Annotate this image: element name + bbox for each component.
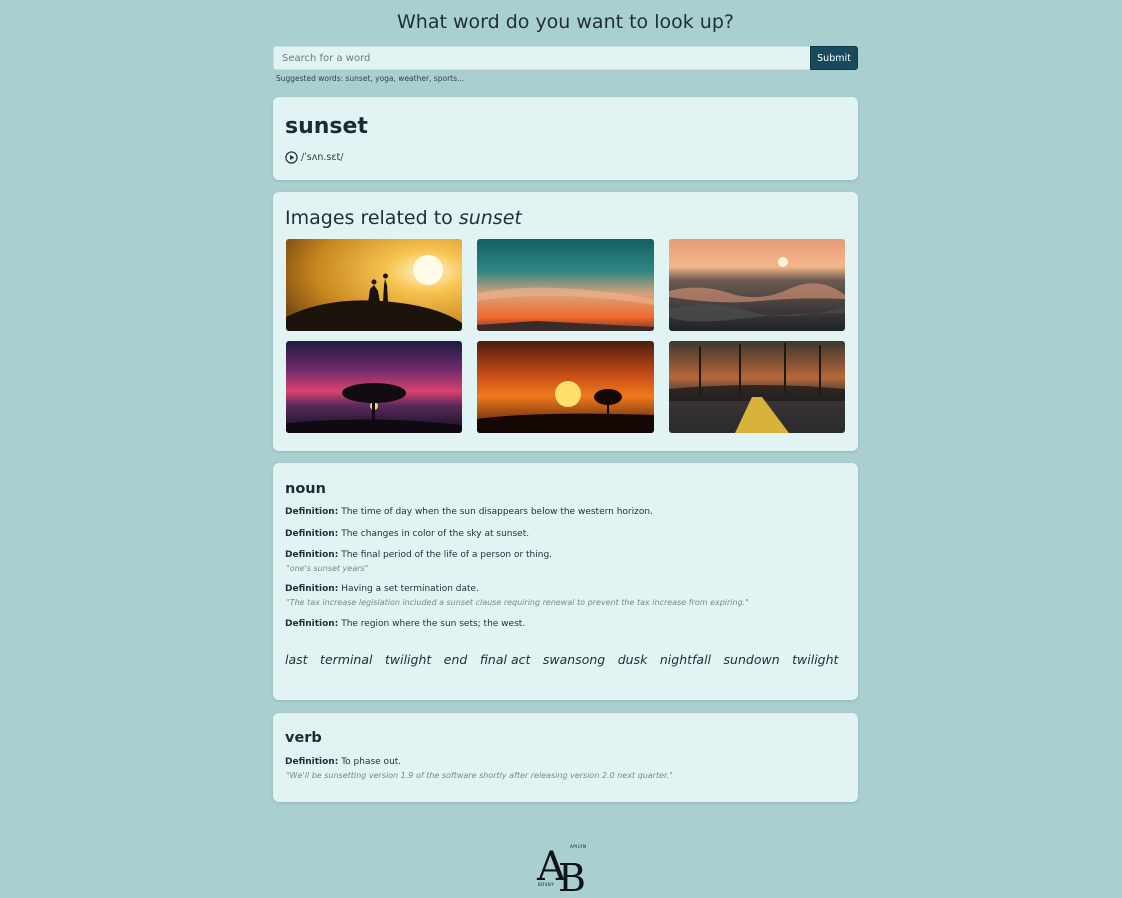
verb-card: verb Definition: To phase out. "We'll be… (273, 713, 858, 802)
related-image[interactable] (669, 341, 845, 433)
definition-text: The final period of the life of a person… (341, 550, 553, 560)
images-card: Images related to sunset (273, 192, 858, 451)
definition-text: The time of day when the sun disappears … (341, 507, 653, 517)
synonym[interactable]: dusk (618, 652, 648, 667)
definition-label: Definition: (285, 507, 339, 517)
noun-card: noun Definition: The time of day when th… (273, 463, 858, 700)
svg-text:BOSNY: BOSNY (538, 882, 554, 887)
part-of-speech-noun: noun (285, 481, 326, 497)
definition-example: "The tax increase legislation included a… (286, 598, 749, 607)
image-grid (286, 239, 845, 433)
submit-button[interactable]: Submit (810, 46, 858, 70)
phonetic-row: /ˈsʌn.sɛt/ (285, 151, 343, 164)
definition-text: The region where the sun sets; the west. (341, 619, 526, 629)
related-image[interactable] (669, 239, 845, 331)
definition-label: Definition: (285, 619, 339, 629)
play-circle-icon[interactable] (285, 151, 301, 164)
suggested-words: Suggested words: sunset, yoga, weather, … (276, 74, 465, 83)
footer-logo: A B APILYN BOSNY (536, 836, 592, 898)
definition-text: To phase out. (341, 757, 402, 767)
images-title: Images related to sunset (285, 207, 522, 229)
synonym[interactable]: final act (480, 652, 531, 667)
svg-text:B: B (558, 856, 586, 894)
images-title-word: sunset (458, 207, 522, 229)
word-card: sunset /ˈsʌn.sɛt/ (273, 97, 858, 180)
related-image[interactable] (286, 239, 462, 331)
synonym[interactable]: nightfall (660, 652, 711, 667)
svg-text:APILYN: APILYN (570, 844, 586, 849)
page-title: What word do you want to look up? (397, 11, 734, 33)
synonym[interactable]: last (285, 652, 308, 667)
related-image[interactable] (477, 239, 654, 331)
definition-item: Definition: To phase out. (285, 757, 401, 767)
definition-item: Definition: The time of day when the sun… (285, 507, 653, 517)
definition-label: Definition: (285, 550, 339, 560)
definition-label: Definition: (285, 757, 339, 767)
definition-item: Definition: Having a set termination dat… (285, 584, 479, 594)
synonym[interactable]: terminal (320, 652, 372, 667)
definition-item: Definition: The final period of the life… (285, 550, 552, 560)
related-image[interactable] (477, 341, 654, 433)
synonym[interactable]: swansong (543, 652, 605, 667)
definition-label: Definition: (285, 529, 339, 539)
definition-example: "one's sunset years" (286, 564, 369, 573)
part-of-speech-verb: verb (285, 730, 322, 746)
phonetic-text: /ˈsʌn.sɛt/ (301, 152, 344, 163)
search-input[interactable] (273, 46, 810, 70)
definition-example: "We'll be sunsetting version 1.9 of the … (286, 771, 673, 780)
search-bar: Submit (273, 46, 858, 70)
synonym[interactable]: end (444, 652, 468, 667)
definition-item: Definition: The changes in color of the … (285, 529, 529, 539)
definition-text: The changes in color of the sky at sunse… (341, 529, 530, 539)
images-title-prefix: Images related to (285, 207, 453, 229)
word-heading: sunset (285, 114, 368, 139)
synonym[interactable]: twilight (792, 652, 838, 667)
definition-item: Definition: The region where the sun set… (285, 619, 525, 629)
definition-label: Definition: (285, 584, 339, 594)
definition-text: Having a set termination date. (341, 584, 479, 594)
related-image[interactable] (286, 341, 462, 433)
synonyms-list: last terminal twilight end final act swa… (285, 652, 851, 667)
synonym[interactable]: sundown (724, 652, 780, 667)
synonym[interactable]: twilight (385, 652, 431, 667)
